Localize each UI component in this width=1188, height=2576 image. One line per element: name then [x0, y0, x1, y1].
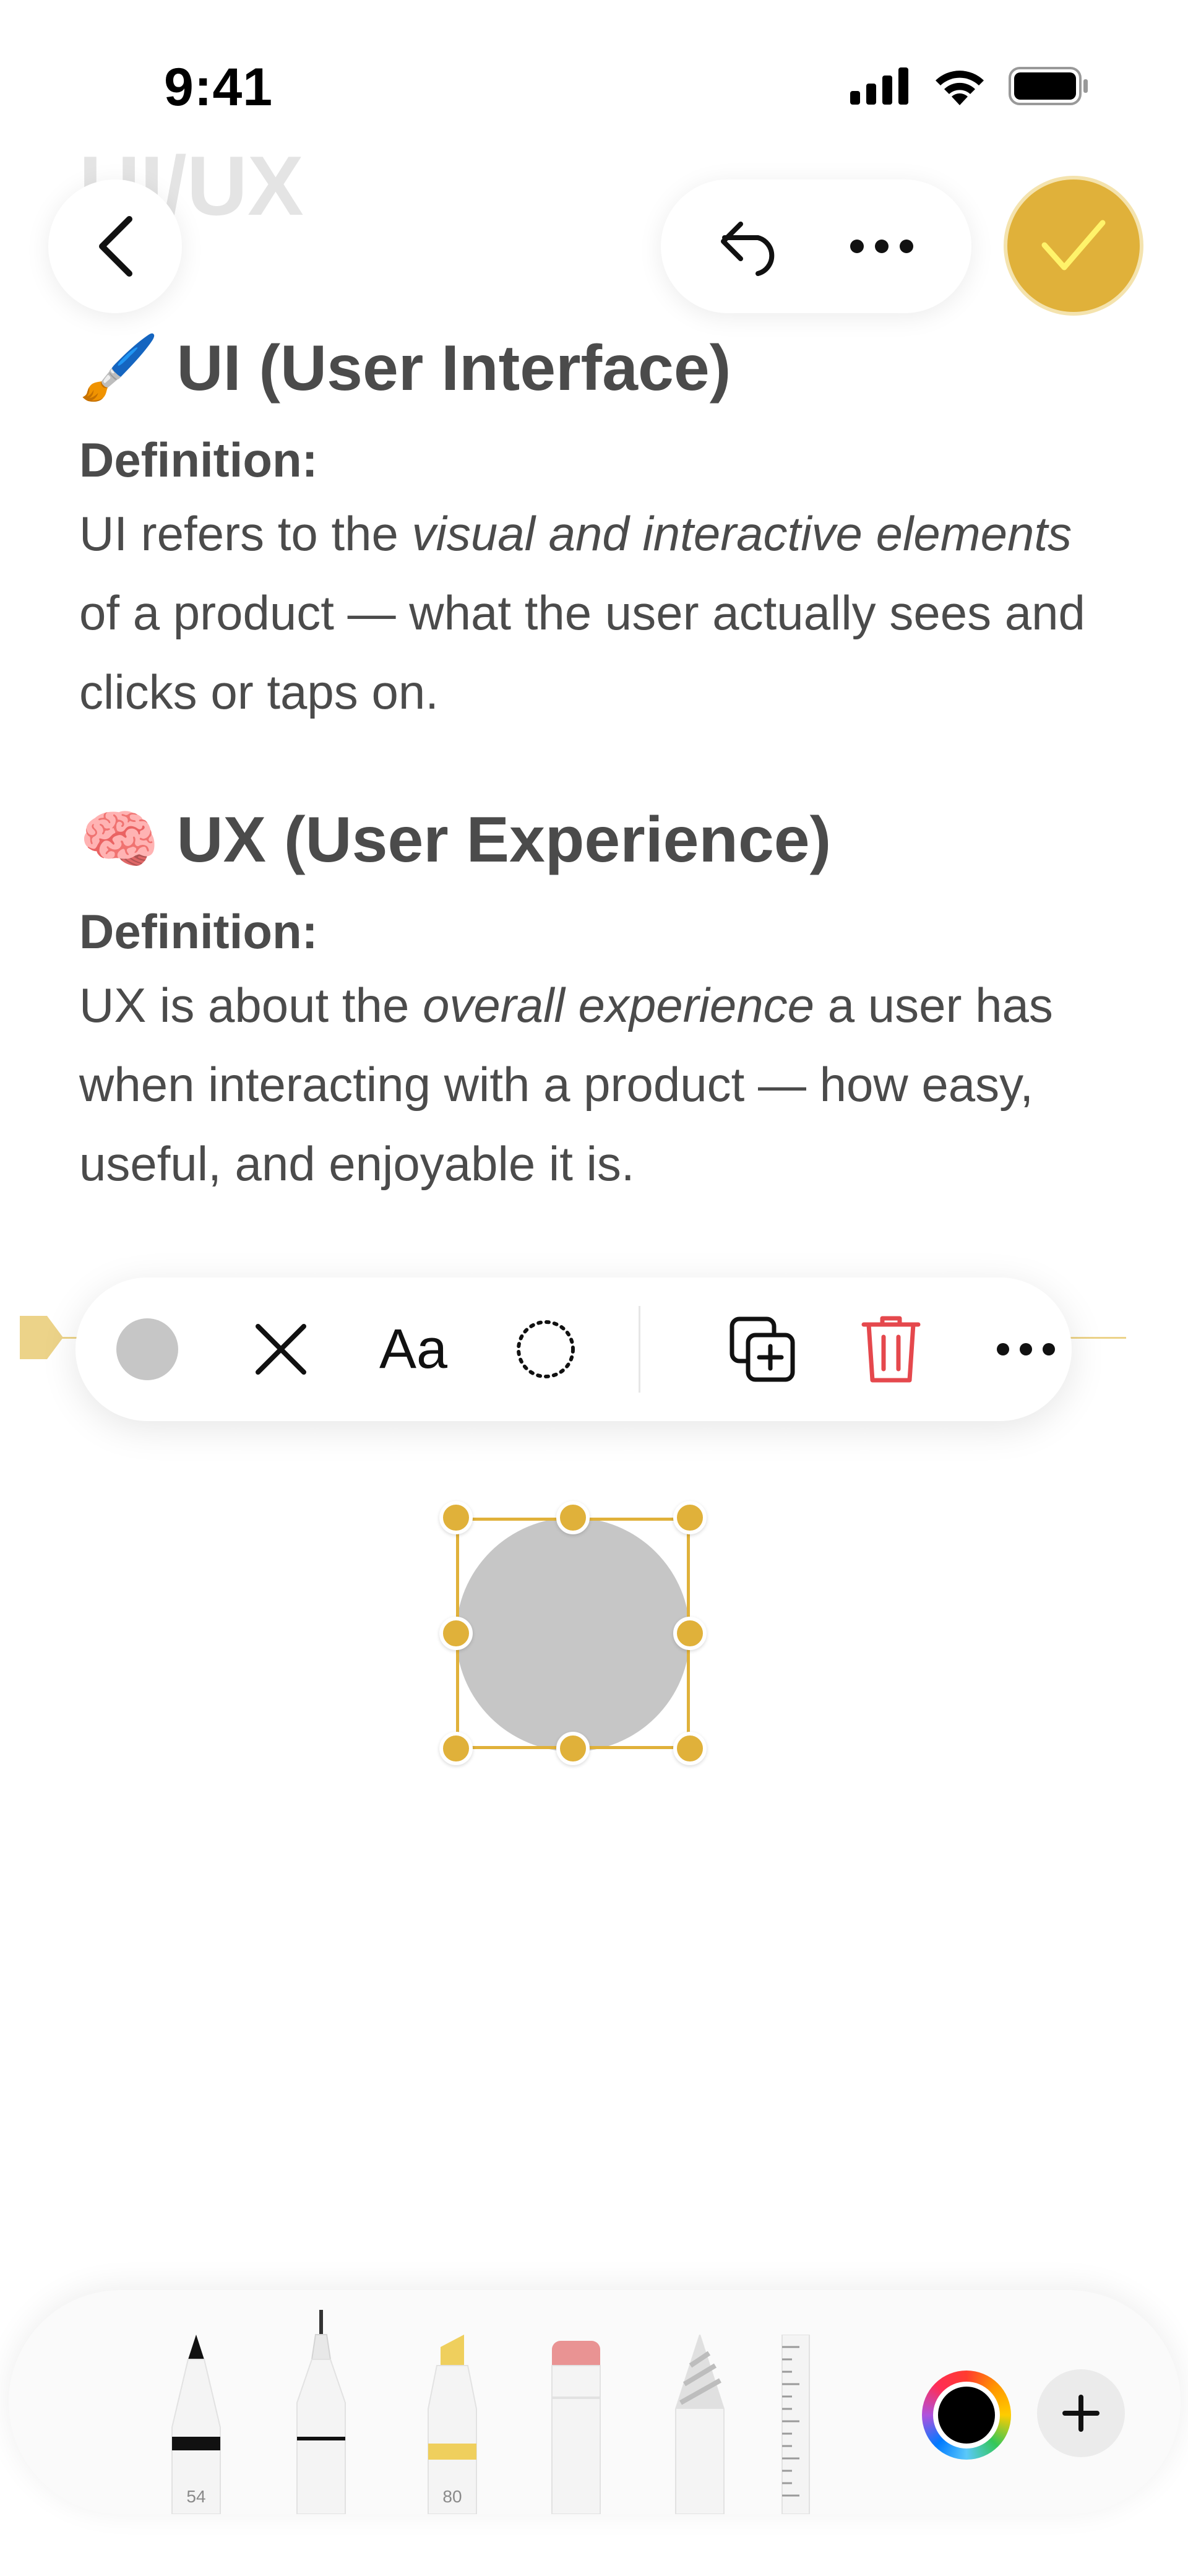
- resize-handle-bottom-left[interactable]: [439, 1732, 473, 1765]
- paintbrush-icon: 🖌️: [79, 332, 160, 404]
- close-icon: [256, 1324, 306, 1375]
- pencil-tool[interactable]: [672, 2332, 728, 2514]
- eraser-tool[interactable]: [548, 2341, 604, 2514]
- resize-handle-left[interactable]: [439, 1617, 473, 1650]
- stroke-toggle-button[interactable]: [231, 1300, 330, 1399]
- ux-section-heading: 🧠 UX (User Experience): [79, 793, 1119, 886]
- pen-tool[interactable]: 54: [168, 2335, 224, 2514]
- add-tool-button[interactable]: [1037, 2369, 1125, 2457]
- fineliner-tool[interactable]: [293, 2310, 349, 2514]
- nav-actions-pill: [661, 179, 971, 313]
- ruler-tool[interactable]: [778, 2334, 816, 2514]
- fineliner-icon: [296, 2310, 346, 2514]
- trash-icon: [861, 1316, 921, 1383]
- cellular-signal-icon: [850, 67, 908, 105]
- resize-handle-top[interactable]: [556, 1501, 590, 1534]
- brain-icon: 🧠: [79, 803, 160, 876]
- more-shape-options-button[interactable]: [976, 1300, 1075, 1399]
- status-time: 9:41: [164, 58, 273, 117]
- resize-handle-bottom[interactable]: [556, 1732, 590, 1765]
- more-options-icon[interactable]: [848, 237, 916, 256]
- current-color-swatch: [938, 2387, 995, 2444]
- pencil-icon: [675, 2332, 725, 2514]
- selection-box: [456, 1518, 690, 1749]
- toolbar-divider: [639, 1306, 640, 1393]
- checkmark-icon: [1041, 220, 1106, 270]
- dotted-circle-icon: [517, 1320, 575, 1378]
- pen-width-label: 54: [186, 2487, 206, 2506]
- ui-section-title: UI (User Interface): [176, 332, 731, 404]
- highlighter-width-label: 80: [442, 2487, 462, 2506]
- ux-definition-label: Definition:: [79, 904, 318, 959]
- status-bar: 9:41: [0, 0, 1188, 161]
- chevron-left-icon: [99, 216, 132, 277]
- eraser-icon: [551, 2341, 601, 2514]
- delete-button[interactable]: [842, 1300, 940, 1399]
- color-picker-button[interactable]: [922, 2371, 1011, 2460]
- resize-handle-bottom-right[interactable]: [673, 1732, 707, 1765]
- highlighter-tool[interactable]: 80: [424, 2335, 480, 2514]
- back-button[interactable]: [48, 179, 182, 313]
- guide-handle-icon[interactable]: [17, 1313, 66, 1362]
- ui-definition-label: Definition:: [79, 433, 318, 487]
- status-icons: [850, 67, 1089, 105]
- done-button[interactable]: [1007, 179, 1140, 312]
- wifi-icon: [936, 71, 984, 105]
- ux-section-title: UX (User Experience): [176, 803, 832, 876]
- fill-color-button[interactable]: [98, 1300, 197, 1399]
- border-style-button[interactable]: [496, 1300, 595, 1399]
- duplicate-button[interactable]: [713, 1300, 812, 1399]
- undo-icon[interactable]: [717, 215, 785, 277]
- resize-handle-right[interactable]: [673, 1617, 707, 1650]
- more-options-icon: [997, 1343, 1055, 1355]
- battery-icon: [1009, 67, 1088, 105]
- plus-icon: [1062, 2395, 1100, 2432]
- duplicate-icon: [730, 1316, 795, 1382]
- shape-edit-toolbar: Aa: [75, 1277, 1072, 1421]
- resize-handle-top-left[interactable]: [439, 1501, 473, 1534]
- ui-definition-text: UI refers to the visual and interactive …: [79, 506, 1085, 719]
- text-style-button[interactable]: Aa: [364, 1300, 463, 1399]
- resize-handle-top-right[interactable]: [673, 1501, 707, 1534]
- fill-color-swatch: [116, 1318, 178, 1380]
- ux-definition-text: UX is about the overall experience a use…: [79, 978, 1053, 1191]
- note-document[interactable]: 🖌️ UI (User Interface) Definition: UI re…: [79, 322, 1119, 1203]
- ruler-icon: [781, 2334, 810, 2514]
- ui-section-heading: 🖌️ UI (User Interface): [79, 322, 1119, 415]
